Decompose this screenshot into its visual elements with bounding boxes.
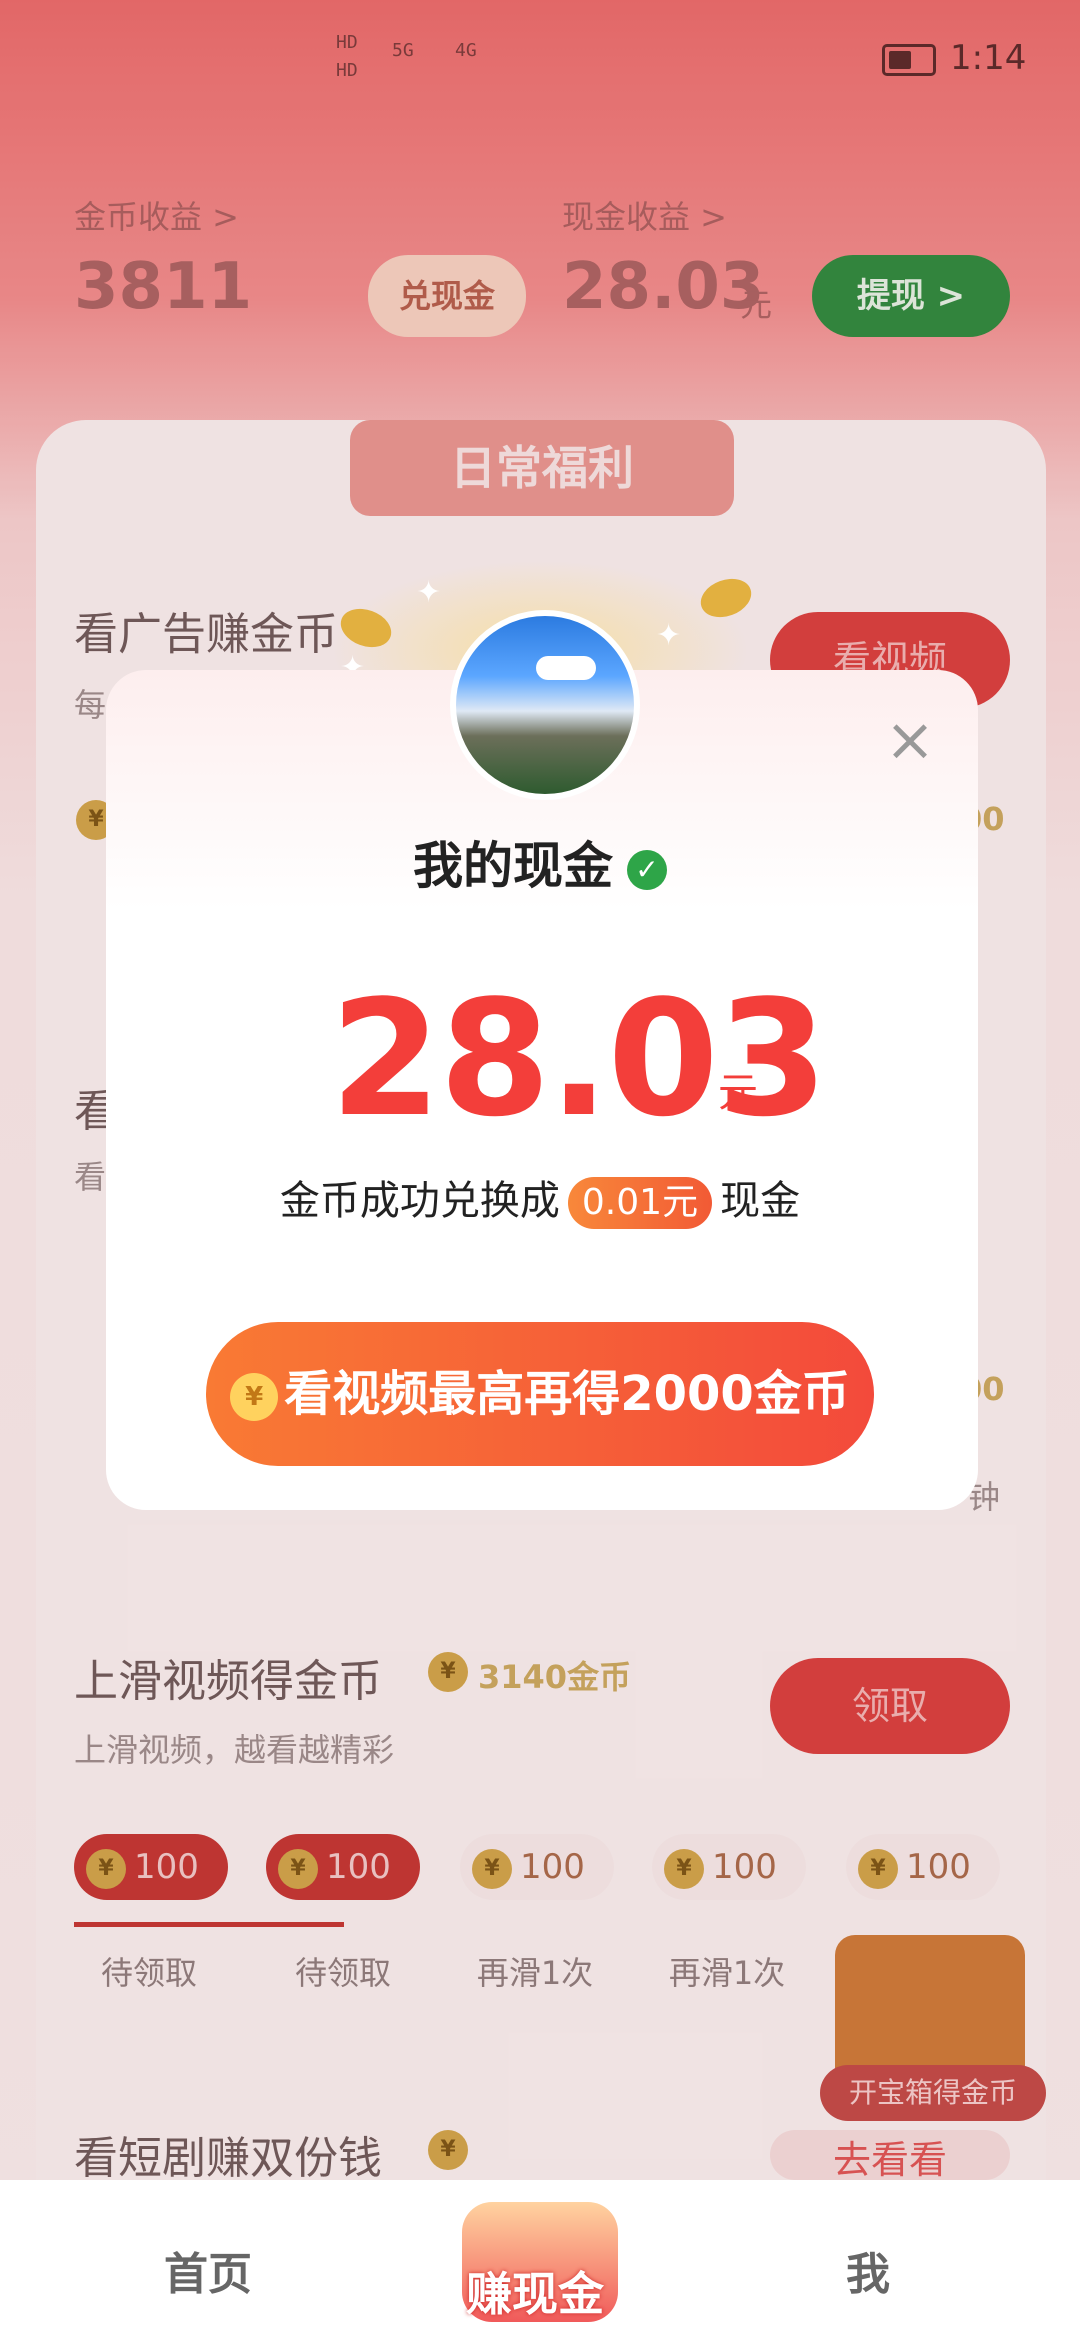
exchange-message: 金币成功兑换成 0.01元 现金 xyxy=(0,1168,1080,1229)
coin-icon: ¥ xyxy=(230,1373,279,1421)
exchange-suffix: 现金 xyxy=(720,1178,801,1224)
nav-me[interactable]: 我 xyxy=(846,2238,890,2302)
cta-label: 看视频最高再得2000金币 xyxy=(284,1366,850,1422)
close-icon[interactable]: × xyxy=(880,710,940,770)
exchange-value-badge: 0.01元 xyxy=(567,1177,713,1229)
exchange-prefix: 金币成功兑换成 xyxy=(279,1178,560,1224)
sparkle-icon: ✦ xyxy=(416,575,442,610)
nav-home[interactable]: 首页 xyxy=(164,2238,252,2302)
nav-earn-cash[interactable]: 赚现金 xyxy=(466,2258,604,2324)
bottom-nav: 首页 赚现金 我 xyxy=(0,2180,1080,2338)
sparkle-icon: ✦ xyxy=(656,618,682,653)
cash-amount: 28.03 xyxy=(330,965,828,1152)
avatar xyxy=(450,610,640,800)
watch-video-cta-button[interactable]: ¥ 看视频最高再得2000金币 xyxy=(206,1322,874,1466)
wechat-icon: ✓ xyxy=(627,849,667,890)
dialog-title: 我的现金 ✓ xyxy=(0,826,1080,898)
cash-amount-unit: 元 xyxy=(718,1070,758,1116)
dialog-title-text: 我的现金 xyxy=(413,837,613,895)
